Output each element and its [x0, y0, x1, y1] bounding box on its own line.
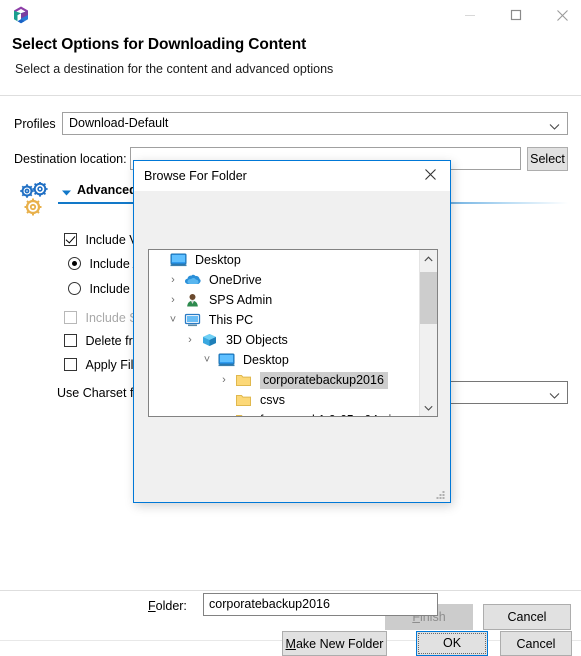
- browse-for-folder-dialog: Browse For Folder Desktop › OneDrive › S…: [133, 160, 572, 656]
- ok-button[interactable]: OK: [416, 631, 488, 656]
- minimize-icon: [465, 15, 475, 16]
- maximize-icon: [510, 9, 522, 21]
- tree-item-desktop-child[interactable]: ˅ Desktop: [149, 350, 421, 370]
- gears-icon: [18, 181, 58, 220]
- browse-cancel-button[interactable]: Cancel: [500, 631, 572, 656]
- folder-name-value: corporatebackup2016: [209, 597, 330, 611]
- browse-dialog-titlebar: Browse For Folder: [134, 161, 450, 191]
- profiles-value: Download-Default: [69, 116, 169, 130]
- scroll-down-button[interactable]: [420, 399, 437, 416]
- destination-location-label: Destination location:: [14, 152, 127, 166]
- scroll-up-button[interactable]: [420, 250, 437, 267]
- radio-include-most-recent-version[interactable]: [68, 282, 81, 295]
- tree-item-framework[interactable]: framework1.0-65-x64-si: [149, 410, 421, 416]
- chevron-down-icon: [549, 120, 560, 134]
- tree-item-sps-admin[interactable]: › SPS Admin: [149, 290, 421, 310]
- folder-tree-view[interactable]: Desktop › OneDrive › SPS Admin ˅ This PC…: [148, 249, 438, 417]
- advanced-options-toggle[interactable]: [60, 186, 73, 199]
- thispc-icon: [184, 313, 201, 329]
- browse-dialog-title: Browse For Folder: [144, 169, 247, 183]
- folder-tree-list: Desktop › OneDrive › SPS Admin ˅ This PC…: [149, 250, 421, 416]
- tree-item-3d-objects[interactable]: › 3D Objects: [149, 330, 421, 350]
- scrollbar-thumb[interactable]: [420, 272, 437, 324]
- radio-include-all-versions[interactable]: [68, 257, 81, 270]
- app-logo-icon: [8, 3, 34, 29]
- desktop-icon: [218, 353, 235, 369]
- footer-divider: [0, 590, 581, 591]
- tree-item-label: framework1.0-65-x64-si: [260, 413, 391, 416]
- tree-chevron-collapsed-icon[interactable]: ›: [182, 330, 198, 350]
- tree-item-csvs[interactable]: csvs: [149, 390, 421, 410]
- tree-item-label: csvs: [259, 393, 285, 407]
- onedrive-icon: [184, 273, 202, 289]
- folder-icon: [235, 373, 252, 389]
- 3dobjects-icon: [201, 333, 218, 349]
- checkbox-delete-from-source[interactable]: [64, 334, 77, 347]
- close-icon: [424, 168, 436, 180]
- chevron-up-icon: [424, 256, 433, 262]
- close-button[interactable]: [539, 0, 581, 30]
- tree-item-corporatebackup2016[interactable]: › corporatebackup2016: [149, 370, 421, 390]
- tree-item-label: Desktop: [242, 353, 289, 367]
- folder-label-rest: older:: [155, 599, 187, 613]
- page-subtitle: Select a destination for the content and…: [15, 62, 334, 76]
- resize-grip-icon[interactable]: [435, 488, 447, 500]
- folder-icon: [235, 413, 252, 416]
- ok-label: OK: [418, 633, 486, 654]
- chevron-down-icon: [549, 389, 560, 403]
- profiles-combobox[interactable]: Download-Default: [62, 112, 568, 135]
- tree-item-this-pc[interactable]: ˅ This PC: [149, 310, 421, 330]
- tree-item-label: SPS Admin: [208, 293, 273, 307]
- make-new-folder-accel: M: [285, 636, 296, 651]
- folder-name-input[interactable]: corporatebackup2016: [203, 593, 438, 616]
- folder-icon: [235, 393, 252, 409]
- tree-chevron-expanded-icon[interactable]: ˅: [199, 350, 215, 370]
- tree-item-label: This PC: [208, 313, 254, 327]
- tree-item-onedrive[interactable]: › OneDrive: [149, 270, 421, 290]
- caret-down-icon: [62, 190, 71, 196]
- cancel-button[interactable]: Cancel: [483, 604, 571, 630]
- checkbox-include-versions[interactable]: [64, 233, 77, 246]
- tree-item-desktop-root[interactable]: Desktop: [149, 250, 421, 270]
- tree-item-label: corporatebackup2016: [259, 372, 388, 389]
- chevron-down-icon: [424, 405, 433, 411]
- folder-label-accel: F: [148, 599, 156, 613]
- folder-name-label: Folder:: [148, 599, 187, 613]
- desktop-icon: [170, 253, 187, 269]
- charset-combobox[interactable]: [447, 381, 568, 404]
- minimize-button[interactable]: [447, 0, 493, 30]
- select-button[interactable]: Select: [527, 147, 568, 171]
- tree-item-label: OneDrive: [208, 273, 262, 287]
- tree-item-label: Desktop: [194, 253, 241, 267]
- page-title: Select Options for Downloading Content: [12, 36, 307, 53]
- checkbox-include-subfolders: [64, 311, 77, 324]
- checkbox-apply-filters[interactable]: [64, 358, 77, 371]
- tree-chevron-collapsed-icon[interactable]: ›: [216, 370, 232, 390]
- tree-chevron-collapsed-icon[interactable]: ›: [165, 290, 181, 310]
- header-divider: [0, 95, 581, 96]
- tree-chevron-collapsed-icon[interactable]: ›: [165, 270, 181, 290]
- tree-chevron-expanded-icon[interactable]: ˅: [165, 310, 181, 330]
- user-icon: [184, 293, 201, 309]
- title-bar: [0, 0, 581, 32]
- profiles-label: Profiles: [14, 117, 56, 131]
- make-new-folder-button[interactable]: Make New Folder: [282, 631, 387, 656]
- tree-item-label: 3D Objects: [225, 333, 288, 347]
- folder-tree-scrollbar[interactable]: [419, 250, 437, 416]
- close-icon: [556, 9, 568, 21]
- browse-close-button[interactable]: [410, 161, 450, 190]
- make-new-folder-rest: ake New Folder: [295, 636, 384, 651]
- maximize-button[interactable]: [493, 0, 539, 30]
